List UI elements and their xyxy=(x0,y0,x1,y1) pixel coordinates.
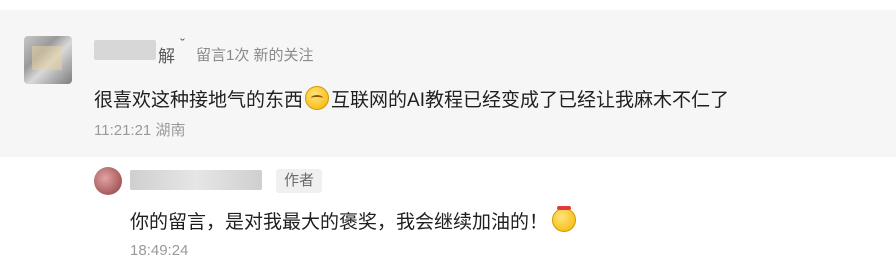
avatar[interactable] xyxy=(24,36,72,84)
comment-text: 很喜欢这种接地气的东西 互联网的AI教程已经变成了已经让我麻木不仁了 xyxy=(94,86,729,114)
comment-text-part1: 很喜欢这种接地气的东西 xyxy=(94,90,304,111)
author-badge: 作者 xyxy=(276,169,323,193)
comment-text-part2: 互联网的AI教程已经变成了已经让我麻木不仁了 xyxy=(331,90,729,111)
determined-emoji-icon xyxy=(552,206,577,232)
thinking-emoji-icon xyxy=(305,86,330,110)
comment-time: 11:21:21 湖南 xyxy=(94,122,186,139)
reply-time: 18:49:24 xyxy=(130,242,189,259)
username-visible[interactable]: 解 xyxy=(158,42,175,67)
reply-text: 你的留言，是对我最大的褒奖，我会继续加油的！ xyxy=(130,212,549,233)
reply-username-blurred[interactable] xyxy=(130,170,262,190)
reply-avatar[interactable] xyxy=(94,167,122,195)
comment-meta: 留言1次 新的关注 xyxy=(196,47,314,64)
username-blurred[interactable] xyxy=(94,40,156,60)
username-suffix: ˇ xyxy=(180,36,185,53)
reply-text-row: 你的留言，是对我最大的褒奖，我会继续加油的！ xyxy=(130,206,577,234)
